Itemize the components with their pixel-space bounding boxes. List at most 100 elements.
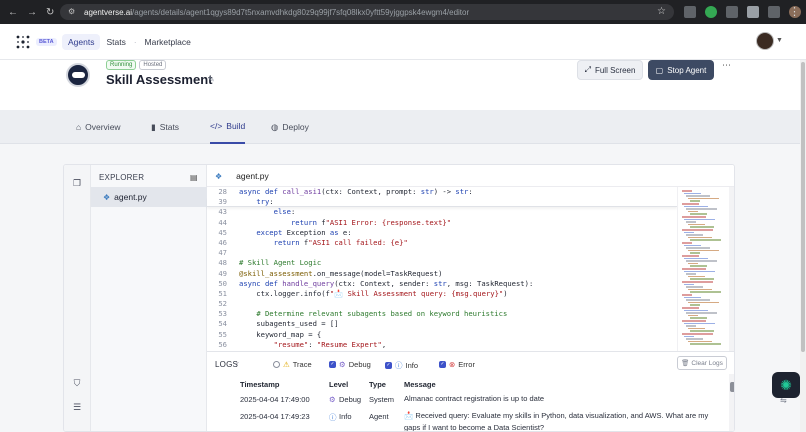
tab-build[interactable]: </> Build xyxy=(210,110,246,144)
debug-level-icon: ⚙ xyxy=(329,395,336,404)
line-number: 54 xyxy=(218,319,227,329)
nav-agents[interactable]: Agents xyxy=(62,34,101,50)
extension-icon[interactable] xyxy=(726,6,738,18)
minimap-line xyxy=(684,244,701,247)
info-checkbox[interactable]: ✓ xyxy=(385,362,392,369)
browser-menu-icon[interactable]: ⋮ xyxy=(789,5,800,18)
reload-icon[interactable]: ↻ xyxy=(46,7,54,18)
nav-separator: · xyxy=(133,37,137,47)
app-header: BETA Agents Stats · Marketplace ▼ xyxy=(0,24,806,60)
error-checkbox[interactable]: ✓ xyxy=(439,361,446,368)
home-icon: ⌂ xyxy=(76,122,82,132)
line-number: 44 xyxy=(218,217,227,227)
assistant-chat-button[interactable]: ✺ xyxy=(772,372,800,398)
address-bar[interactable]: ⚙ agentverse.ai/agents/details/agent1qgy… xyxy=(60,4,674,20)
minimap-line xyxy=(688,275,705,278)
minimap-line xyxy=(686,273,696,275)
forward-icon[interactable]: → xyxy=(27,7,37,18)
filter-info[interactable]: ✓ ⓘ Info xyxy=(385,360,418,371)
code-line[interactable]: 56 "resume": "Resume Expert", xyxy=(207,340,677,350)
files-icon[interactable]: ❐ xyxy=(71,177,83,189)
tab-stats[interactable]: ▮ Stats xyxy=(151,110,179,144)
code-line[interactable]: 48 # Skill Agent Logic xyxy=(207,258,677,268)
filter-debug[interactable]: ✓ ⚙ Debug xyxy=(329,360,371,369)
code-line[interactable]: 46 return f"ASI1 call failed: {e}" xyxy=(207,238,677,248)
code-line[interactable]: 28 async def call_asi1(ctx: Context, prom… xyxy=(207,187,677,197)
line-number: 55 xyxy=(218,329,227,339)
minimap-line xyxy=(690,317,707,319)
shield-icon[interactable]: ⛉ xyxy=(71,377,83,389)
line-number: 52 xyxy=(218,299,227,309)
editor-card: ❐ ⛉ ☰ EXPLORER ▤ ❖ agent.py ❖ agent.py 2… xyxy=(63,164,735,432)
page-scroll-thumb[interactable] xyxy=(801,62,805,352)
tab-deploy[interactable]: ◍ Deploy xyxy=(271,110,309,144)
debug-checkbox[interactable]: ✓ xyxy=(329,361,336,368)
sidebar-icon[interactable] xyxy=(768,6,780,18)
minimap-line xyxy=(690,304,700,306)
code-line[interactable]: 51 ctx.logger.info(f"📩 Skill Assessment … xyxy=(207,289,677,299)
line-text: subagents_used = [] xyxy=(239,319,339,329)
editor-tab-agent-py[interactable]: ❖ agent.py xyxy=(215,165,269,187)
minimap-line xyxy=(688,210,698,213)
minimap-line xyxy=(690,226,714,228)
filter-trace[interactable]: ⚠ Trace xyxy=(273,360,312,369)
puzzle-extensions-icon[interactable] xyxy=(747,6,759,18)
nav-stats[interactable]: Stats xyxy=(100,34,131,50)
chevron-down-icon[interactable]: ▼ xyxy=(776,37,783,44)
edit-name-icon[interactable]: ✎ xyxy=(208,75,215,84)
code-lines[interactable]: 28 async def call_asi1(ctx: Context, prom… xyxy=(207,187,677,351)
code-line[interactable]: 54 subagents_used = [] xyxy=(207,319,677,329)
code-line[interactable]: 39 try: xyxy=(207,197,677,208)
line-number: 49 xyxy=(218,268,227,278)
code-line[interactable]: 47 xyxy=(207,248,677,258)
code-line[interactable]: 55 keyword_map = { xyxy=(207,330,677,340)
editor-scrollbar[interactable] xyxy=(729,187,734,351)
logs-scrollbar[interactable] xyxy=(729,374,734,431)
code-line[interactable]: 45 except Exception as e: xyxy=(207,228,677,238)
minimap-line xyxy=(684,231,694,234)
log-message: Almanac contract registration is up to d… xyxy=(404,394,545,403)
site-info-icon[interactable]: ⚙ xyxy=(68,7,78,17)
database-icon[interactable]: ☰ xyxy=(71,401,83,413)
new-file-icon[interactable]: ▤ xyxy=(190,173,198,182)
minimap-line xyxy=(682,255,699,257)
code-line[interactable]: 52 xyxy=(207,299,677,309)
clear-logs-button[interactable]: 🗑 Clear Logs xyxy=(677,356,727,370)
page-scrollbar[interactable] xyxy=(800,60,806,432)
log-timestamp: 2025-04-04 17:49:23 xyxy=(240,412,310,421)
assistant-options-icon[interactable]: ⇋ xyxy=(780,396,787,405)
extension-icon[interactable] xyxy=(684,6,696,18)
trace-radio[interactable] xyxy=(273,361,280,368)
code-line[interactable]: 43 else: xyxy=(207,207,677,217)
more-options-icon[interactable]: ⋯ xyxy=(722,60,731,71)
minimap-line xyxy=(686,195,710,197)
code-line[interactable]: 50 async def handle_query(ctx: Context, s… xyxy=(207,279,677,289)
log-message: 📩 Received query: Evaluate my skills in … xyxy=(404,411,709,432)
line-text: return f"ASI1 Error: {response.text}" xyxy=(290,217,452,227)
back-icon[interactable]: ← xyxy=(8,7,18,18)
minimap[interactable] xyxy=(677,187,729,351)
user-avatar[interactable] xyxy=(756,32,774,50)
minimap-line xyxy=(688,288,712,291)
code-line[interactable]: 49 @skill_assessment.on_message(model=Tas… xyxy=(207,269,677,279)
logs-scroll-thumb[interactable] xyxy=(730,382,734,392)
minimap-line xyxy=(682,294,692,296)
nav-marketplace[interactable]: Marketplace xyxy=(139,34,197,50)
code-line[interactable]: 44 return f"ASI1 Error: {response.text}" xyxy=(207,218,677,228)
filter-label: Trace xyxy=(292,360,312,369)
filter-label: Debug xyxy=(348,360,371,369)
stop-agent-button[interactable]: ▢ Stop Agent xyxy=(648,60,714,80)
full-screen-button[interactable]: ⤢ Full Screen xyxy=(577,60,643,80)
browser-chrome: ← → ↻ ⚙ agentverse.ai/agents/details/age… xyxy=(0,0,806,24)
extension-icon[interactable] xyxy=(705,6,717,18)
minimap-line xyxy=(686,299,710,301)
loading-spinner-icon: ◜ xyxy=(236,362,239,369)
minimap-line xyxy=(690,213,707,215)
code-editor[interactable]: ❖ agent.py 28 async def call_asi1(ctx: Co… xyxy=(207,165,734,351)
agentverse-logo-icon[interactable] xyxy=(16,35,30,49)
explorer-file-agent-py[interactable]: ❖ agent.py xyxy=(91,187,207,207)
bookmark-star-icon[interactable]: ☆ xyxy=(657,6,666,17)
code-line[interactable]: 53 # Determine relevant subagents based … xyxy=(207,309,677,319)
filter-error[interactable]: ✓ ⊗ Error xyxy=(439,360,475,369)
tab-overview[interactable]: ⌂ Overview xyxy=(76,110,121,144)
